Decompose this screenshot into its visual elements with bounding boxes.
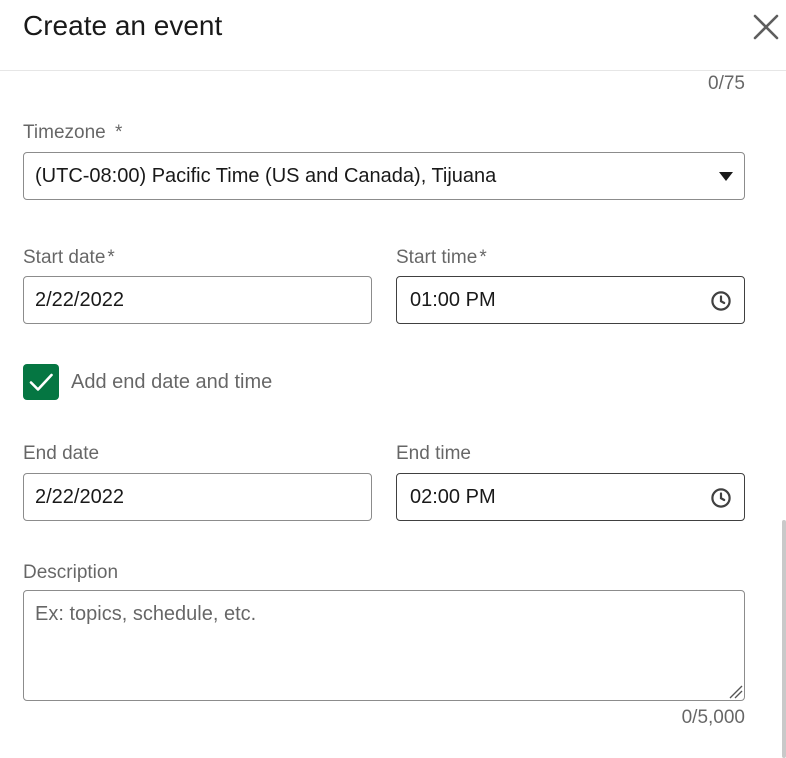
required-mark: * bbox=[479, 247, 487, 268]
clock-icon[interactable] bbox=[710, 290, 732, 312]
end-time-input[interactable] bbox=[396, 473, 745, 521]
event-name-counter: 0/75 bbox=[708, 73, 745, 94]
end-date-label: End date bbox=[23, 443, 100, 464]
start-date-input[interactable] bbox=[23, 276, 372, 324]
timezone-select[interactable]: (UTC-08:00) Pacific Time (US and Canada)… bbox=[23, 152, 745, 200]
timezone-label-text: Timezone bbox=[23, 122, 106, 143]
caret-down-icon bbox=[719, 172, 733, 181]
description-textarea[interactable] bbox=[24, 591, 744, 700]
end-date-checkbox-label[interactable]: Add end date and time bbox=[71, 371, 272, 394]
start-date-label-text: Start date bbox=[23, 247, 106, 268]
start-time-label: Start time * bbox=[396, 247, 487, 269]
scrollbar-thumb[interactable] bbox=[782, 520, 786, 758]
dialog-header: Create an event bbox=[0, 0, 786, 71]
required-mark: * bbox=[115, 122, 123, 143]
required-mark: * bbox=[107, 247, 115, 268]
start-time-field[interactable] bbox=[410, 288, 733, 312]
checkmark-icon bbox=[29, 373, 53, 391]
description-label: Description bbox=[23, 562, 119, 583]
start-date-label: Start date * bbox=[23, 247, 115, 269]
start-time-label-text: Start time bbox=[396, 247, 478, 268]
start-date-field[interactable] bbox=[35, 288, 360, 312]
clock-icon[interactable] bbox=[710, 487, 732, 509]
end-date-checkbox[interactable] bbox=[23, 364, 59, 400]
start-time-input[interactable] bbox=[396, 276, 745, 324]
close-icon bbox=[753, 14, 779, 40]
description-box bbox=[23, 590, 745, 701]
dialog-title: Create an event bbox=[23, 10, 223, 41]
close-button[interactable] bbox=[751, 12, 781, 42]
resize-handle-icon[interactable] bbox=[727, 683, 743, 699]
timezone-label: Timezone * bbox=[23, 122, 122, 144]
end-time-label: End time bbox=[396, 443, 471, 464]
timezone-selected-value: (UTC-08:00) Pacific Time (US and Canada)… bbox=[35, 164, 497, 187]
description-counter: 0/5,000 bbox=[681, 707, 745, 728]
end-time-field[interactable] bbox=[410, 485, 733, 509]
end-date-input[interactable] bbox=[23, 473, 372, 521]
end-date-field[interactable] bbox=[35, 485, 360, 509]
